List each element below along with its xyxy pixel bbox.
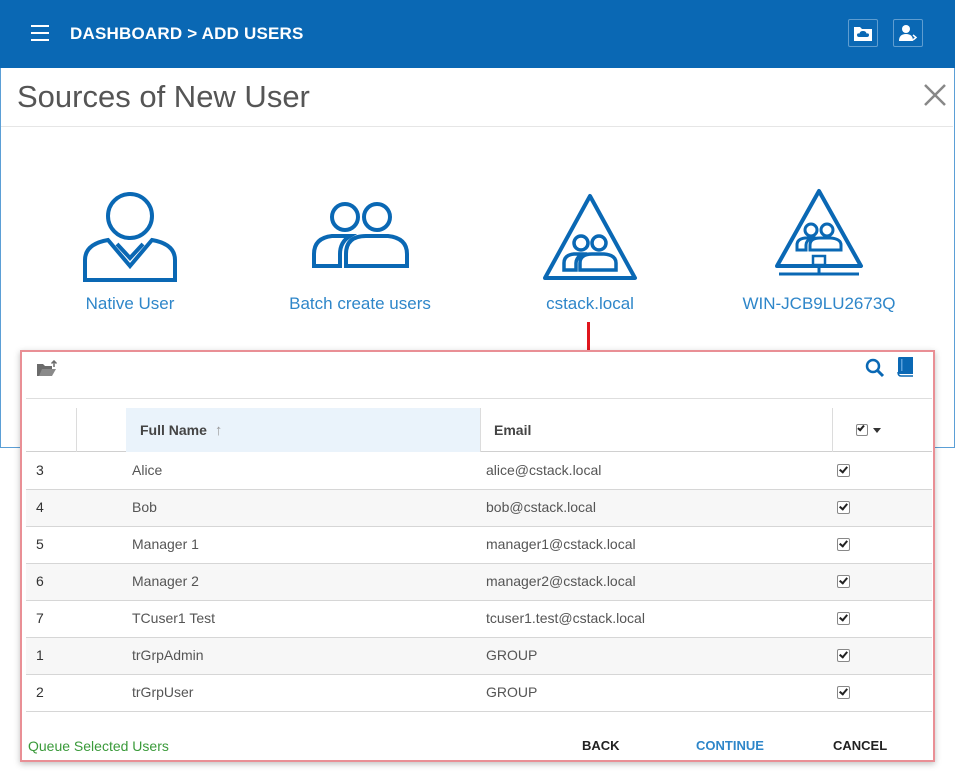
row-checkbox[interactable] (837, 649, 850, 662)
row-checkbox[interactable] (837, 686, 850, 699)
full-name-cell: Manager 2 (132, 573, 199, 589)
email-cell: bob@cstack.local (486, 499, 596, 515)
dialog-title: Sources of New User (17, 79, 310, 114)
table-row[interactable]: 6 Manager 2 manager2@cstack.local (26, 564, 932, 601)
book-icon[interactable] (896, 356, 914, 377)
table-header: Full Name ↑ Email (26, 408, 932, 452)
check-icon (839, 686, 848, 696)
source-win-domain[interactable]: WIN-JCB9LU2673Q (735, 188, 903, 318)
domain-group-icon (543, 194, 637, 280)
chevron-down-icon (872, 427, 881, 433)
source-label: cstack.local (546, 294, 634, 313)
email-cell: tcuser1.test@cstack.local (486, 610, 645, 626)
table-row[interactable]: 2 trGrpUser GROUP (26, 675, 932, 712)
email-cell: manager2@cstack.local (486, 573, 636, 589)
check-icon (839, 575, 848, 585)
table-row[interactable]: 4 Bob bob@cstack.local (26, 490, 932, 527)
status-text: Queue Selected Users (28, 738, 169, 754)
select-all-checkbox[interactable] (855, 423, 868, 436)
row-checkbox[interactable] (837, 575, 850, 588)
users-icon (312, 202, 409, 268)
row-index: 2 (36, 684, 44, 700)
check-icon (839, 649, 848, 659)
row-index: 7 (36, 610, 44, 626)
source-batch-create[interactable]: Batch create users (280, 200, 440, 318)
email-cell: GROUP (486, 684, 538, 700)
full-name-cell: Bob (132, 499, 157, 515)
select-all-dropdown[interactable] (848, 408, 888, 452)
column-header-email[interactable]: Email (480, 408, 832, 452)
source-label: WIN-JCB9LU2673Q (742, 294, 896, 313)
source-native-user[interactable]: Native User (70, 188, 190, 318)
continue-button[interactable]: CONTINUE (696, 738, 764, 753)
search-icon[interactable] (865, 358, 885, 378)
column-header-full-name[interactable]: Full Name ↑ (126, 408, 480, 452)
source-label: Batch create users (289, 294, 431, 313)
row-index: 3 (36, 462, 44, 478)
email-cell: GROUP (486, 647, 538, 663)
menu-icon[interactable] (31, 25, 49, 41)
row-index: 5 (36, 536, 44, 552)
user-selection-panel: Full Name ↑ Email 3 Alice alice@cstack.loc… (20, 350, 935, 762)
email-cell: alice@cstack.local (486, 462, 602, 478)
source-label: Native User (85, 294, 175, 313)
check-icon (839, 464, 848, 474)
column-separator (832, 408, 833, 452)
column-separator (76, 408, 77, 452)
cloud-folder-button[interactable] (848, 19, 878, 47)
full-name-cell: Manager 1 (132, 536, 199, 552)
table-row[interactable]: 5 Manager 1 manager1@cstack.local (26, 527, 932, 564)
network-domain-icon (775, 189, 863, 276)
column-header-label: Full Name (140, 422, 207, 438)
row-index: 6 (36, 573, 44, 589)
column-header-label: Email (494, 422, 532, 438)
row-checkbox[interactable] (837, 501, 850, 514)
divider (1, 126, 953, 127)
full-name-cell: trGrpAdmin (132, 647, 204, 663)
back-button[interactable]: BACK (582, 738, 620, 753)
row-checkbox[interactable] (837, 538, 850, 551)
user-icon (83, 192, 177, 282)
user-switch-button[interactable] (893, 19, 923, 47)
cancel-button[interactable]: CANCEL (833, 738, 887, 753)
check-icon (839, 501, 848, 511)
full-name-cell: TCuser1 Test (132, 610, 215, 626)
breadcrumb: DASHBOARD > ADD USERS (70, 24, 304, 43)
divider (26, 398, 932, 399)
source-cstack-local[interactable]: cstack.local (520, 192, 660, 318)
table-row[interactable]: 7 TCuser1 Test tcuser1.test@cstack.local (26, 601, 932, 638)
close-icon[interactable] (922, 82, 948, 108)
table-row[interactable]: 1 trGrpAdmin GROUP (26, 638, 932, 675)
sort-ascending-icon: ↑ (214, 421, 223, 439)
table-row[interactable]: 3 Alice alice@cstack.local (26, 453, 932, 490)
check-icon (839, 538, 848, 548)
user-switch-icon (899, 25, 918, 41)
row-checkbox[interactable] (837, 612, 850, 625)
row-index: 4 (36, 499, 44, 515)
cloud-folder-icon (854, 27, 872, 41)
check-icon (839, 612, 848, 622)
folder-upload-icon[interactable] (36, 360, 58, 378)
email-cell: manager1@cstack.local (486, 536, 636, 552)
row-checkbox[interactable] (837, 464, 850, 477)
full-name-cell: Alice (132, 462, 163, 478)
full-name-cell: trGrpUser (132, 684, 194, 700)
row-index: 1 (36, 647, 44, 663)
top-bar: DASHBOARD > ADD USERS (0, 0, 955, 68)
